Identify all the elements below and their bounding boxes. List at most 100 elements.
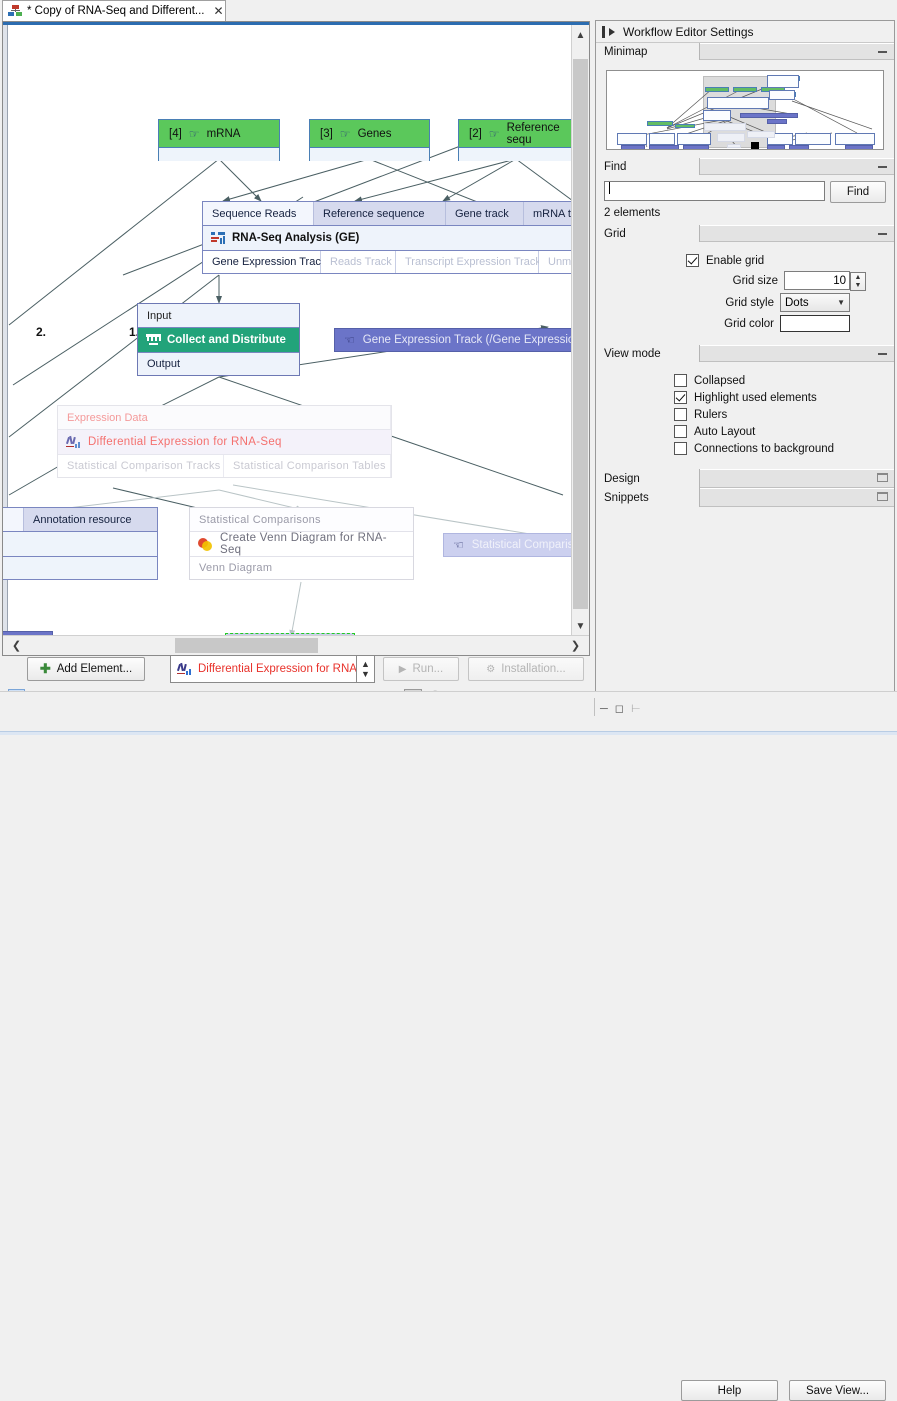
highlight-used-elements-checkbox[interactable] xyxy=(674,391,687,404)
snippets-section-header[interactable]: Snippets xyxy=(596,488,894,507)
port-comparisons[interactable]: risons xyxy=(3,508,24,531)
outport-statistical-comparison-tables[interactable]: Statistical Comparison Tables xyxy=(224,455,391,477)
outport-annotate[interactable] xyxy=(3,557,157,579)
run-button[interactable]: ▶ Run... xyxy=(383,657,459,681)
rulers-checkbox[interactable] xyxy=(674,408,687,421)
folder-icon[interactable] xyxy=(877,473,888,482)
algorithm-node-rnaseq-analysis[interactable]: Sequence Reads Reference sequence Gene t… xyxy=(202,201,573,274)
find-section-header[interactable]: Find xyxy=(596,158,894,175)
outport-statistical-comparison-tracks[interactable]: Statistical Comparison Tracks xyxy=(58,455,224,477)
differential-expression-icon xyxy=(177,663,192,676)
scroll-right-icon[interactable]: ❯ xyxy=(566,636,585,655)
port-reference-sequence[interactable]: Reference sequence xyxy=(314,202,446,225)
enable-grid-row[interactable]: Enable grid xyxy=(686,254,868,267)
view-option-rulers[interactable]: Rulers xyxy=(674,408,886,421)
workflow-canvas[interactable]: 2. 1. [4] ☞ mRNA [3] ☞ Genes xyxy=(3,25,573,637)
outport-unmapped[interactable]: Unmappe xyxy=(539,251,573,273)
port-annotation-resource[interactable]: Annotation resource xyxy=(24,508,157,531)
output-node-gene-expression-track[interactable]: ☜ Gene Expression Track (/Gene Expressio… xyxy=(334,328,573,352)
outport-reads-track[interactable]: Reads Track xyxy=(321,251,396,273)
grid-color-label: Grid color xyxy=(724,318,774,330)
spinner-up-icon[interactable]: ▲ xyxy=(361,659,370,669)
stepper-down-icon[interactable]: ▼ xyxy=(855,282,862,290)
view-mode-section-header[interactable]: View mode xyxy=(596,345,894,362)
input-node-mrna[interactable]: [4] ☞ mRNA xyxy=(158,119,280,161)
restore-panel-icon[interactable]: ◻ xyxy=(615,702,624,715)
collapsed-label: Collapsed xyxy=(694,375,745,387)
minimap-section-header[interactable]: Minimap xyxy=(596,43,894,60)
algorithm-node-collect-and-distribute[interactable]: Input Collect and Distribute Output xyxy=(137,303,300,376)
add-element-button[interactable]: ✚ Add Element... xyxy=(27,657,145,681)
algorithm-node-annotate[interactable]: risons Annotation resource xyxy=(3,507,158,580)
venn-diagram-icon xyxy=(198,538,213,551)
collapse-icon[interactable] xyxy=(878,353,887,355)
chevron-right-icon[interactable] xyxy=(609,28,615,36)
connections-to-background-checkbox[interactable] xyxy=(674,442,687,455)
minimize-panel-icon[interactable]: ─ xyxy=(600,703,608,715)
view-option-connections-to-background[interactable]: Connections to background xyxy=(674,442,886,455)
horizontal-scrollbar-thumb[interactable] xyxy=(175,638,318,653)
diffexp-node-title-row: Differential Expression for RNA-Seq xyxy=(58,430,391,454)
canvas-vertical-scrollbar[interactable]: ▲ ▼ xyxy=(571,25,589,637)
view-option-auto-layout[interactable]: Auto Layout xyxy=(674,425,886,438)
auto-layout-checkbox[interactable] xyxy=(674,425,687,438)
minimap-block xyxy=(703,110,731,121)
grid-size-stepper[interactable]: ▲ ▼ xyxy=(850,272,866,291)
save-view-button[interactable]: Save View... xyxy=(789,1380,886,1401)
minimap-canvas[interactable] xyxy=(606,70,884,150)
grid-style-row: Grid style Dots ▼ xyxy=(604,293,850,312)
scroll-down-icon[interactable]: ▼ xyxy=(572,618,589,635)
grid-style-select[interactable]: Dots ▼ xyxy=(780,293,850,312)
collapsed-checkbox[interactable] xyxy=(674,374,687,387)
differential-expression-icon xyxy=(66,436,81,449)
port-sequence-reads[interactable]: Sequence Reads xyxy=(203,202,314,225)
minimap-block xyxy=(767,145,785,150)
grid-color-swatch[interactable] xyxy=(780,315,850,332)
input-node-genes[interactable]: [3] ☞ Genes xyxy=(309,119,430,161)
dock-panel-icon[interactable]: ⊢ xyxy=(631,702,641,715)
port-statistical-comparisons[interactable]: Statistical Comparisons xyxy=(190,508,413,531)
grid-size-input[interactable]: 10 ▲ ▼ xyxy=(784,271,850,290)
find-button[interactable]: Find xyxy=(830,181,886,203)
scroll-left-icon[interactable]: ❮ xyxy=(7,636,26,655)
spinner-down-icon[interactable]: ▼ xyxy=(361,669,370,679)
stepper-up-icon[interactable]: ▲ xyxy=(855,274,862,282)
port-input[interactable]: Input xyxy=(138,304,299,327)
io-arrow-icon: ☜ xyxy=(344,334,355,346)
vertical-scrollbar-thumb[interactable] xyxy=(573,59,588,609)
view-option-collapsed[interactable]: Collapsed xyxy=(674,374,886,387)
outport-output[interactable]: Output xyxy=(138,353,299,375)
help-button[interactable]: Help xyxy=(681,1380,778,1401)
design-section-header[interactable]: Design xyxy=(596,469,894,488)
folder-icon[interactable] xyxy=(877,492,888,501)
grid-section-header[interactable]: Grid xyxy=(596,225,894,242)
port-gene-track[interactable]: Gene track xyxy=(446,202,524,225)
collapse-icon[interactable] xyxy=(878,51,887,53)
collapse-icon[interactable] xyxy=(878,233,887,235)
algorithm-node-differential-expression[interactable]: Expression Data Differential Expression … xyxy=(57,405,392,478)
output-node-statistical-comparison[interactable]: ☜ Statistical Comparison xyxy=(443,533,573,557)
installation-button[interactable]: ⚙ Installation... xyxy=(468,657,584,681)
input-node-reference-sequence[interactable]: [2] ☞ Reference sequ xyxy=(458,119,573,161)
tab-workflow-editor[interactable]: * Copy of RNA-Seq and Different... ✕ xyxy=(2,0,226,21)
venn-input-ports: Statistical Comparisons xyxy=(190,508,413,532)
minimap-section-title: Minimap xyxy=(596,43,700,60)
view-option-highlight-used-elements[interactable]: Highlight used elements xyxy=(674,391,886,404)
close-icon[interactable]: ✕ xyxy=(214,5,224,17)
chevron-down-icon[interactable]: ▼ xyxy=(837,298,845,307)
collapse-icon[interactable] xyxy=(878,166,887,168)
find-input[interactable] xyxy=(604,181,825,201)
algorithm-node-create-venn-diagram[interactable]: Statistical Comparisons Create Venn Diag… xyxy=(189,507,414,580)
input-node-label: Reference sequ xyxy=(507,122,573,146)
rnaseq-node-title-row: RNA-Seq Analysis (GE) xyxy=(203,226,573,250)
port-expression-data[interactable]: Expression Data xyxy=(58,406,391,429)
outport-gene-expression-track[interactable]: Gene Expression Track xyxy=(203,251,321,273)
scroll-up-icon[interactable]: ▲ xyxy=(572,27,589,44)
outport-venn-diagram[interactable]: Venn Diagram xyxy=(190,557,413,579)
element-selector-combo[interactable]: Differential Expression for RNA-Se ▲ ▼ xyxy=(170,655,375,683)
port-mrna-track[interactable]: mRNA t xyxy=(524,202,573,225)
enable-grid-checkbox[interactable] xyxy=(686,254,699,267)
canvas-horizontal-scrollbar[interactable]: ❮ ❯ xyxy=(3,635,589,655)
combo-spinner[interactable]: ▲ ▼ xyxy=(356,656,374,682)
outport-transcript-expression-track[interactable]: Transcript Expression Track xyxy=(396,251,539,273)
